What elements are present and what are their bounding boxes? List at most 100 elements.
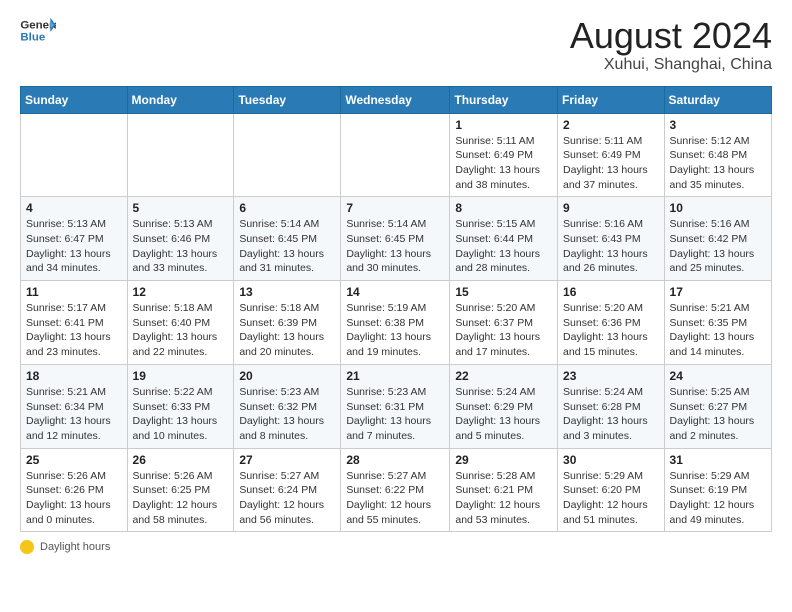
day-number: 15 xyxy=(455,285,552,299)
calendar-cell: 1 Sunrise: 5:11 AMSunset: 6:49 PMDaylight… xyxy=(450,113,558,197)
calendar-day-header: Wednesday xyxy=(341,86,450,113)
day-number: 1 xyxy=(455,118,552,132)
day-number: 4 xyxy=(26,201,122,215)
daylight-label: Daylight hours xyxy=(40,541,110,553)
calendar-cell: 25 Sunrise: 5:26 AMSunset: 6:26 PMDayligh… xyxy=(21,448,128,532)
logo: General Blue xyxy=(20,16,56,46)
day-info: Sunrise: 5:19 AMSunset: 6:38 PMDaylight:… xyxy=(346,301,444,360)
calendar-cell: 12Sunrise: 5:18 AMSunset: 6:40 PMDayligh… xyxy=(127,281,234,365)
calendar-cell: 7Sunrise: 5:14 AMSunset: 6:45 PMDaylight… xyxy=(341,197,450,281)
calendar-cell: 10 Sunrise: 5:16 AMSunset: 6:42 PMDayligh… xyxy=(664,197,771,281)
calendar-header-row: SundayMondayTuesdayWednesdayThursdayFrid… xyxy=(21,86,772,113)
day-number: 17 xyxy=(670,285,766,299)
day-number: 22 xyxy=(455,369,552,383)
calendar-day-header: Sunday xyxy=(21,86,128,113)
day-number: 14 xyxy=(346,285,444,299)
calendar-cell: 15Sunrise: 5:20 AMSunset: 6:37 PMDayligh… xyxy=(450,281,558,365)
day-number: 6 xyxy=(239,201,335,215)
day-info: Sunrise: 5:13 AMSunset: 6:47 PMDaylight:… xyxy=(26,217,122,276)
calendar-cell: 8Sunrise: 5:15 AMSunset: 6:44 PMDaylight… xyxy=(450,197,558,281)
day-info: Sunrise: 5:11 AMSunset: 6:49 PMDaylight:… xyxy=(455,134,552,193)
day-info: Sunrise: 5:25 AMSunset: 6:27 PMDaylight:… xyxy=(670,385,766,444)
day-info: Sunrise: 5:23 AMSunset: 6:32 PMDaylight:… xyxy=(239,385,335,444)
calendar-week-row: 18 Sunrise: 5:21 AMSunset: 6:34 PMDayligh… xyxy=(21,364,772,448)
day-info: Sunrise: 5:29 AMSunset: 6:20 PMDaylight:… xyxy=(563,469,659,528)
day-info: Sunrise: 5:24 AMSunset: 6:29 PMDaylight:… xyxy=(455,385,552,444)
calendar-cell xyxy=(234,113,341,197)
calendar-cell: 30 Sunrise: 5:29 AMSunset: 6:20 PMDayligh… xyxy=(558,448,665,532)
day-number: 30 xyxy=(563,453,659,467)
calendar-cell: 26Sunrise: 5:26 AMSunset: 6:25 PMDayligh… xyxy=(127,448,234,532)
calendar-cell: 22 Sunrise: 5:24 AMSunset: 6:29 PMDayligh… xyxy=(450,364,558,448)
calendar-cell: 19 Sunrise: 5:22 AMSunset: 6:33 PMDayligh… xyxy=(127,364,234,448)
page-header: General Blue August 2024 Xuhui, Shanghai… xyxy=(20,16,772,74)
day-number: 20 xyxy=(239,369,335,383)
day-number: 3 xyxy=(670,118,766,132)
day-info: Sunrise: 5:26 AMSunset: 6:26 PMDaylight:… xyxy=(26,469,122,528)
day-info: Sunrise: 5:22 AMSunset: 6:33 PMDaylight:… xyxy=(133,385,229,444)
calendar-cell: 17 Sunrise: 5:21 AMSunset: 6:35 PMDayligh… xyxy=(664,281,771,365)
footer-note: Daylight hours xyxy=(20,540,772,554)
day-info: Sunrise: 5:23 AMSunset: 6:31 PMDaylight:… xyxy=(346,385,444,444)
day-number: 24 xyxy=(670,369,766,383)
day-info: Sunrise: 5:13 AMSunset: 6:46 PMDaylight:… xyxy=(133,217,229,276)
day-number: 13 xyxy=(239,285,335,299)
calendar-cell: 23Sunrise: 5:24 AMSunset: 6:28 PMDayligh… xyxy=(558,364,665,448)
day-info: Sunrise: 5:17 AMSunset: 6:41 PMDaylight:… xyxy=(26,301,122,360)
day-number: 10 xyxy=(670,201,766,215)
calendar-cell xyxy=(127,113,234,197)
logo-icon: General Blue xyxy=(20,16,56,46)
day-info: Sunrise: 5:27 AMSunset: 6:22 PMDaylight:… xyxy=(346,469,444,528)
day-number: 21 xyxy=(346,369,444,383)
calendar-cell: 9Sunrise: 5:16 AMSunset: 6:43 PMDaylight… xyxy=(558,197,665,281)
calendar-week-row: 1 Sunrise: 5:11 AMSunset: 6:49 PMDaylight… xyxy=(21,113,772,197)
day-info: Sunrise: 5:16 AMSunset: 6:42 PMDaylight:… xyxy=(670,217,766,276)
day-number: 8 xyxy=(455,201,552,215)
day-number: 7 xyxy=(346,201,444,215)
day-number: 18 xyxy=(26,369,122,383)
calendar-cell: 4 Sunrise: 5:13 AMSunset: 6:47 PMDaylight… xyxy=(21,197,128,281)
calendar-cell: 3 Sunrise: 5:12 AMSunset: 6:48 PMDaylight… xyxy=(664,113,771,197)
calendar-cell: 24 Sunrise: 5:25 AMSunset: 6:27 PMDayligh… xyxy=(664,364,771,448)
day-info: Sunrise: 5:11 AMSunset: 6:49 PMDaylight:… xyxy=(563,134,659,193)
day-info: Sunrise: 5:21 AMSunset: 6:35 PMDaylight:… xyxy=(670,301,766,360)
day-info: Sunrise: 5:14 AMSunset: 6:45 PMDaylight:… xyxy=(239,217,335,276)
day-info: Sunrise: 5:21 AMSunset: 6:34 PMDaylight:… xyxy=(26,385,122,444)
calendar-cell: 29Sunrise: 5:28 AMSunset: 6:21 PMDayligh… xyxy=(450,448,558,532)
calendar-week-row: 4 Sunrise: 5:13 AMSunset: 6:47 PMDaylight… xyxy=(21,197,772,281)
sun-icon xyxy=(20,540,34,554)
calendar-day-header: Friday xyxy=(558,86,665,113)
day-number: 16 xyxy=(563,285,659,299)
day-number: 25 xyxy=(26,453,122,467)
calendar-cell: 2 Sunrise: 5:11 AMSunset: 6:49 PMDaylight… xyxy=(558,113,665,197)
day-number: 27 xyxy=(239,453,335,467)
calendar-day-header: Thursday xyxy=(450,86,558,113)
day-number: 11 xyxy=(26,285,122,299)
title-block: August 2024 Xuhui, Shanghai, China xyxy=(570,16,772,74)
day-info: Sunrise: 5:24 AMSunset: 6:28 PMDaylight:… xyxy=(563,385,659,444)
calendar-cell: 28Sunrise: 5:27 AMSunset: 6:22 PMDayligh… xyxy=(341,448,450,532)
day-info: Sunrise: 5:26 AMSunset: 6:25 PMDaylight:… xyxy=(133,469,229,528)
day-info: Sunrise: 5:27 AMSunset: 6:24 PMDaylight:… xyxy=(239,469,335,528)
day-info: Sunrise: 5:16 AMSunset: 6:43 PMDaylight:… xyxy=(563,217,659,276)
day-number: 29 xyxy=(455,453,552,467)
calendar-cell: 13 Sunrise: 5:18 AMSunset: 6:39 PMDayligh… xyxy=(234,281,341,365)
day-info: Sunrise: 5:18 AMSunset: 6:40 PMDaylight:… xyxy=(133,301,229,360)
day-number: 2 xyxy=(563,118,659,132)
day-number: 19 xyxy=(133,369,229,383)
page-subtitle: Xuhui, Shanghai, China xyxy=(570,56,772,74)
day-info: Sunrise: 5:29 AMSunset: 6:19 PMDaylight:… xyxy=(670,469,766,528)
calendar-day-header: Tuesday xyxy=(234,86,341,113)
day-info: Sunrise: 5:20 AMSunset: 6:36 PMDaylight:… xyxy=(563,301,659,360)
calendar-day-header: Monday xyxy=(127,86,234,113)
calendar-cell xyxy=(341,113,450,197)
day-info: Sunrise: 5:18 AMSunset: 6:39 PMDaylight:… xyxy=(239,301,335,360)
calendar-cell: 31Sunrise: 5:29 AMSunset: 6:19 PMDayligh… xyxy=(664,448,771,532)
calendar-cell xyxy=(21,113,128,197)
day-info: Sunrise: 5:12 AMSunset: 6:48 PMDaylight:… xyxy=(670,134,766,193)
calendar-cell: 11 Sunrise: 5:17 AMSunset: 6:41 PMDayligh… xyxy=(21,281,128,365)
calendar-day-header: Saturday xyxy=(664,86,771,113)
calendar-cell: 18 Sunrise: 5:21 AMSunset: 6:34 PMDayligh… xyxy=(21,364,128,448)
calendar-cell: 16 Sunrise: 5:20 AMSunset: 6:36 PMDayligh… xyxy=(558,281,665,365)
calendar-cell: 27 Sunrise: 5:27 AMSunset: 6:24 PMDayligh… xyxy=(234,448,341,532)
